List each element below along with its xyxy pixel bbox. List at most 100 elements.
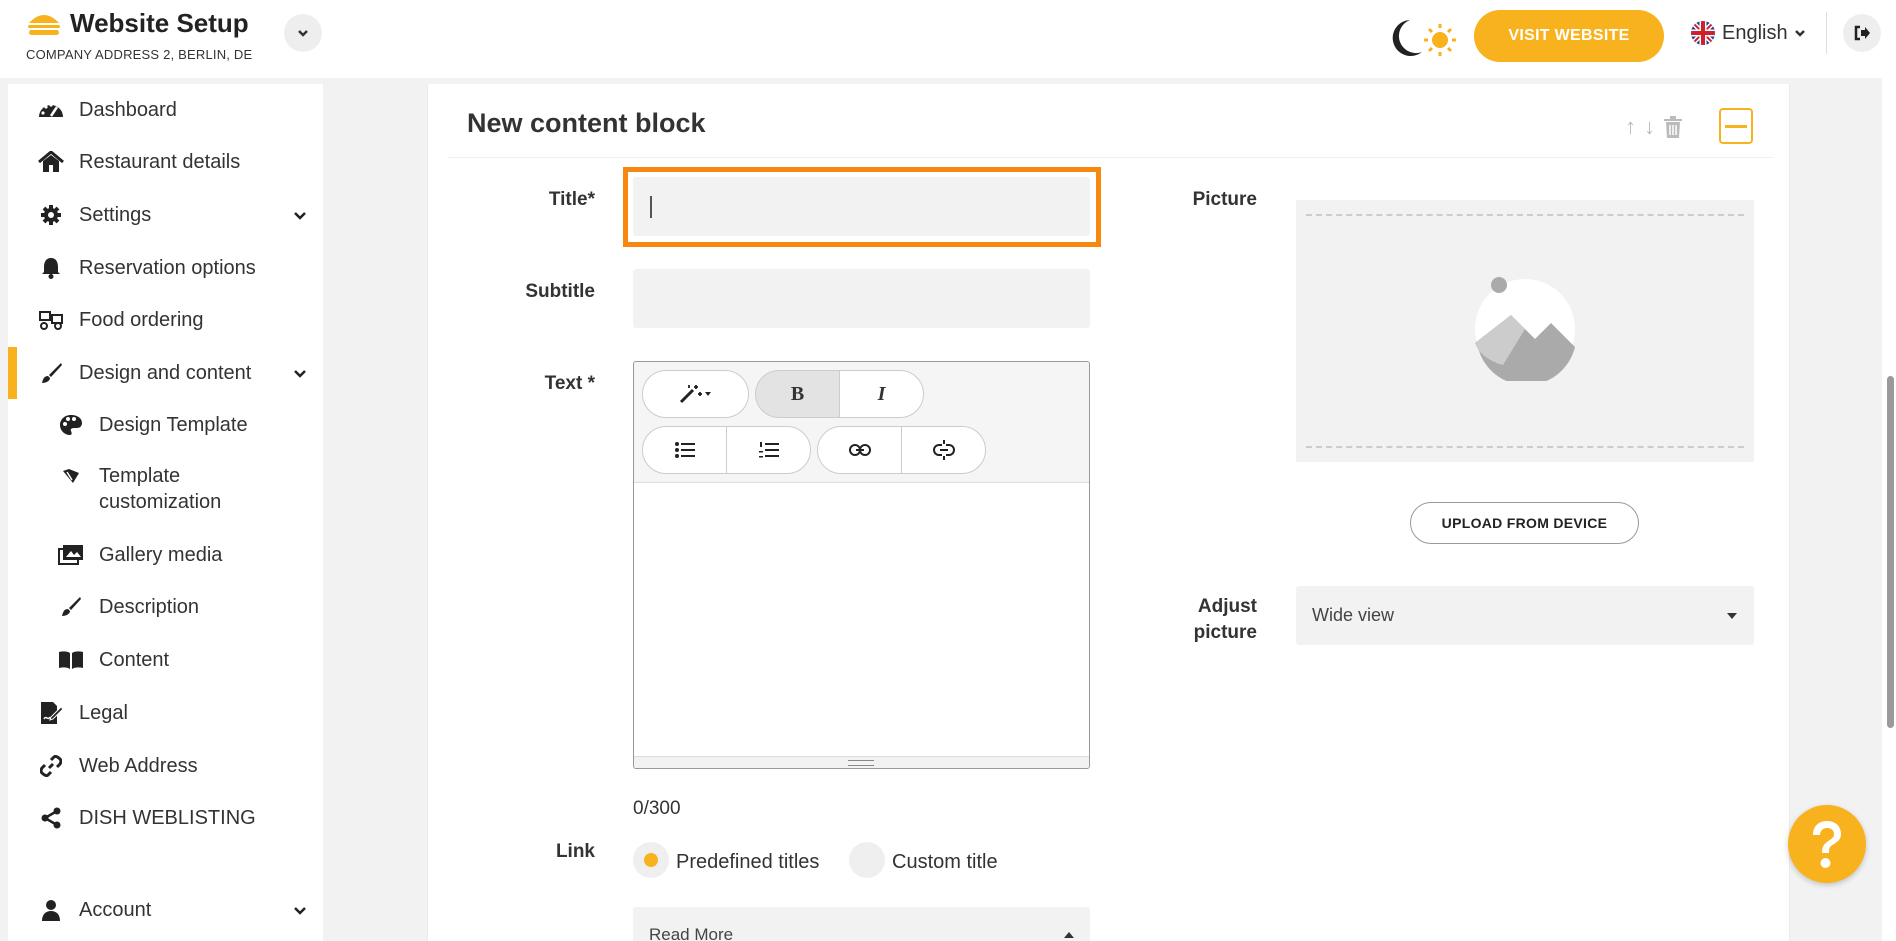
minus-icon <box>1725 124 1747 128</box>
sidebar-item-label: DISH WEBLISTING <box>79 806 256 829</box>
top-header: Website Setup COMPANY ADDRESS 2, BERLIN,… <box>0 0 1896 78</box>
sidebar-item-label: Content <box>99 648 170 671</box>
brand-menu-toggle[interactable] <box>284 14 322 52</box>
chevron-down-icon <box>1794 30 1805 37</box>
palette-icon <box>58 412 84 438</box>
theme-toggle[interactable] <box>1384 16 1464 60</box>
user-icon <box>38 897 64 923</box>
title-label: Title* <box>548 189 595 210</box>
sidebar-item-account[interactable]: Account <box>8 890 323 930</box>
moon-sun-icon <box>1392 20 1456 56</box>
language-selector[interactable]: English <box>1690 18 1806 48</box>
sidebar-item-label: Account <box>79 898 152 921</box>
chevron-down-icon <box>294 907 306 915</box>
content-block-header: New content block ↑ ↓ <box>447 96 1774 158</box>
sidebar-item-label: Web Address <box>79 754 198 777</box>
caret-up-icon <box>1064 932 1074 938</box>
adjust-label-line1: Adjust <box>1197 596 1257 617</box>
link-title-select[interactable]: Read More <box>633 907 1090 941</box>
pen-icon <box>58 594 84 620</box>
subtitle-input[interactable] <box>633 269 1090 328</box>
sidebar-item-description[interactable]: Description <box>8 587 323 627</box>
sidebar-item-settings[interactable]: Settings <box>8 195 323 235</box>
sidebar-item-template-customization-line2[interactable]: customization <box>8 482 323 522</box>
chevron-down-icon <box>294 370 306 378</box>
style-dropdown-button[interactable] <box>642 370 749 418</box>
block-title: New content block <box>467 108 706 138</box>
move-down-icon[interactable]: ↓ <box>1644 114 1655 140</box>
visit-website-button[interactable]: VISIT WEBSITE <box>1474 10 1664 62</box>
sidebar-item-web-address[interactable]: Web Address <box>8 746 323 786</box>
upload-from-device-button[interactable]: UPLOAD FROM DEVICE <box>1410 502 1639 544</box>
brand-title: Website Setup <box>70 8 249 38</box>
question-mark-icon <box>1813 821 1841 868</box>
move-up-icon[interactable]: ↑ <box>1625 114 1636 140</box>
sidebar-item-reservation-options[interactable]: Reservation options <box>8 248 323 288</box>
trash-icon[interactable] <box>1663 116 1683 138</box>
page-scrollbar-thumb[interactable] <box>1887 376 1894 728</box>
radio-predefined-titles[interactable] <box>633 842 669 878</box>
legal-icon <box>38 700 64 726</box>
gear-icon <box>38 202 64 228</box>
sidebar-item-label: Design Template <box>99 413 248 436</box>
adjust-picture-value: Wide view <box>1312 605 1395 625</box>
numbered-list-icon <box>758 442 779 458</box>
picture-dropzone[interactable] <box>1296 200 1754 462</box>
bullet-list-button[interactable] <box>642 426 727 474</box>
sidebar-item-legal[interactable]: Legal <box>8 693 323 733</box>
radio-label-predefined: Predefined titles <box>676 851 820 873</box>
bold-button[interactable]: B <box>755 370 840 418</box>
brush-icon <box>38 360 64 386</box>
brand-subtitle: COMPANY ADDRESS 2, BERLIN, DE <box>26 47 253 62</box>
sidebar-item-label: Design and content <box>79 361 252 384</box>
food-ordering-icon <box>38 307 64 333</box>
text-label: Text * <box>544 373 595 394</box>
collapse-block-button[interactable] <box>1719 108 1753 144</box>
radio-custom-title[interactable] <box>849 842 885 878</box>
caret-down-icon <box>1727 613 1737 619</box>
link-title-value: Read More <box>649 925 734 941</box>
home-icon <box>38 149 64 175</box>
bullet-list-icon <box>674 442 695 458</box>
sidebar-item-content[interactable]: Content <box>8 640 323 680</box>
dropzone-border-top <box>1306 214 1744 216</box>
subtitle-label: Subtitle <box>525 281 595 302</box>
uk-flag-icon <box>1691 21 1715 45</box>
gallery-icon <box>58 542 84 568</box>
sidebar-item-gallery-media[interactable]: Gallery media <box>8 535 323 575</box>
italic-button[interactable]: I <box>839 370 924 418</box>
link-label: Link <box>555 841 595 862</box>
sidebar-item-dish-weblisting[interactable]: DISH WEBLISTING <box>8 798 323 838</box>
block-tools: ↑ ↓ <box>1625 114 1683 140</box>
character-counter: 0/300 <box>633 798 681 819</box>
sidebar-item-label: Legal <box>79 701 128 724</box>
sidebar-item-design-and-content[interactable]: Design and content <box>8 353 323 393</box>
sidebar-item-design-template[interactable]: Design Template <box>8 405 323 445</box>
chevron-down-icon <box>294 212 306 220</box>
share-icon <box>38 805 64 831</box>
adjust-picture-select[interactable]: Wide view <box>1296 586 1754 645</box>
sidebar-item-food-ordering[interactable]: Food ordering <box>8 300 323 340</box>
link-icon <box>38 753 64 779</box>
sidebar-item-restaurant-details[interactable]: Restaurant details <box>8 142 323 182</box>
numbered-list-button[interactable] <box>726 426 811 474</box>
link-icon <box>848 444 871 456</box>
help-button[interactable] <box>1788 805 1866 883</box>
sidebar-item-label: Food ordering <box>79 308 204 331</box>
editor-resize-handle[interactable] <box>634 756 1089 768</box>
unlink-button[interactable] <box>901 426 986 474</box>
magic-wand-icon <box>679 385 711 404</box>
adjust-label-line2: picture <box>1193 622 1257 643</box>
sidebar-item-label: Settings <box>79 203 152 226</box>
logout-icon <box>1854 25 1870 41</box>
bell-icon <box>38 255 64 281</box>
sidebar-item-dashboard[interactable]: Dashboard <box>8 90 323 130</box>
dropzone-border-bottom <box>1306 446 1744 448</box>
logout-button[interactable] <box>1843 14 1881 52</box>
sidebar-item-label: Description <box>99 595 200 618</box>
book-icon <box>58 647 84 673</box>
editor-toolbar: B I <box>634 362 1089 483</box>
header-divider <box>1826 12 1827 54</box>
sidebar-item-label: Restaurant details <box>79 150 241 173</box>
insert-link-button[interactable] <box>817 426 902 474</box>
